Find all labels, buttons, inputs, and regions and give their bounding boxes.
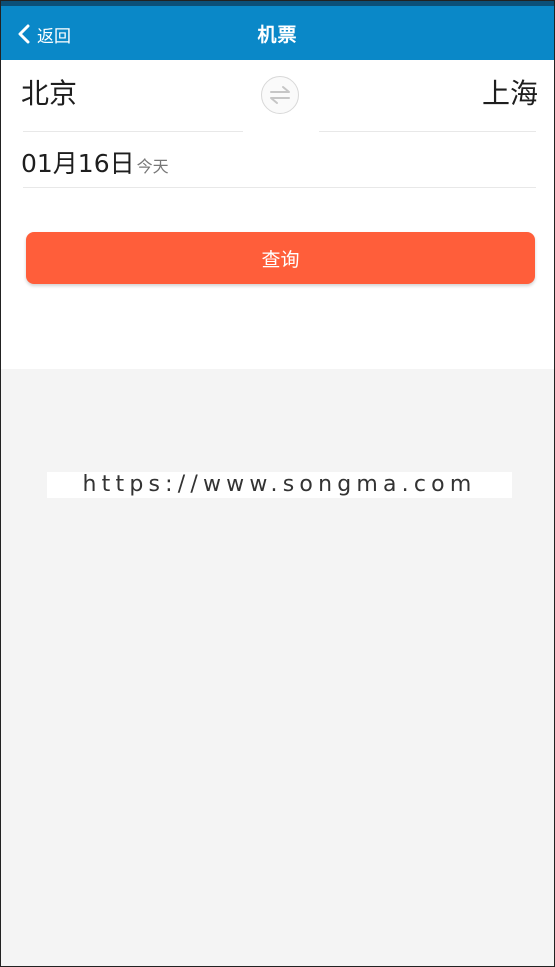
swap-cities-button[interactable] bbox=[261, 76, 299, 114]
divider bbox=[319, 131, 536, 132]
watermark-text: https://www.songma.com bbox=[47, 472, 512, 498]
page-title: 机票 bbox=[257, 24, 298, 46]
app-screen: 返回 机票 北京 上海 01月16日 今天 查询 https://www.son… bbox=[0, 0, 555, 967]
swap-arrows-icon bbox=[270, 86, 290, 104]
search-form: 北京 上海 01月16日 今天 查询 bbox=[1, 60, 554, 369]
departure-date[interactable]: 01月16日 今天 bbox=[21, 144, 169, 180]
divider bbox=[23, 187, 536, 188]
departure-city[interactable]: 北京 bbox=[21, 72, 77, 112]
search-button[interactable]: 查询 bbox=[26, 232, 535, 284]
divider bbox=[23, 131, 243, 132]
nav-bar: 返回 机票 bbox=[1, 6, 554, 60]
arrival-city[interactable]: 上海 bbox=[482, 72, 538, 112]
date-value: 01月16日 bbox=[21, 149, 135, 178]
date-relative-label: 今天 bbox=[136, 157, 169, 176]
